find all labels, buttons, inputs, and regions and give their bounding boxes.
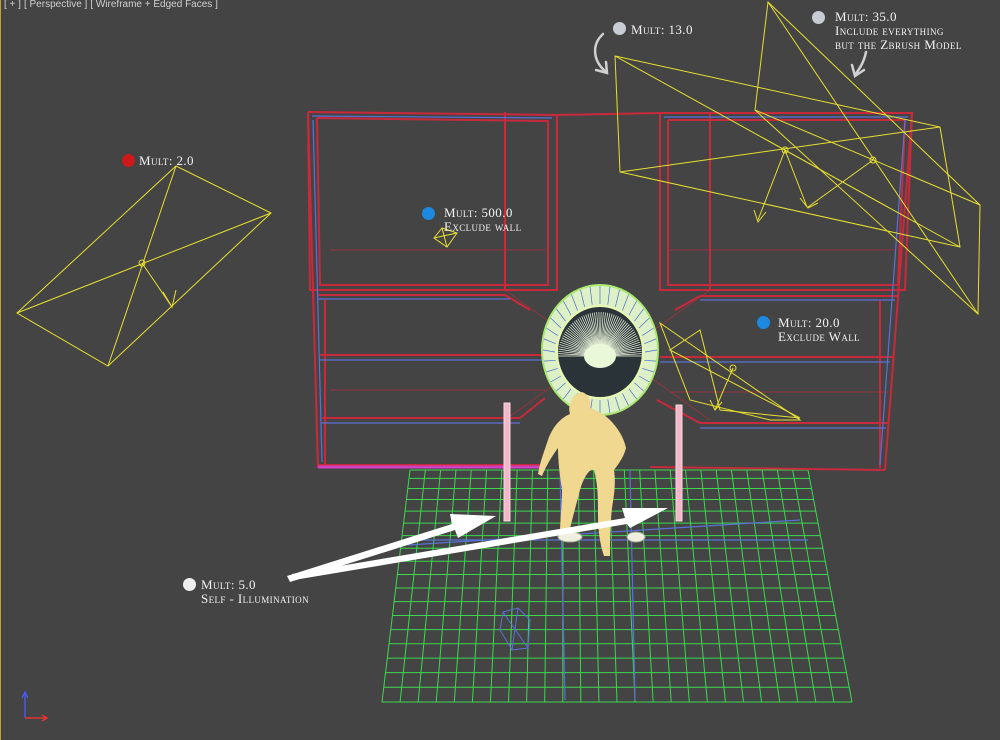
light-dot-5 (183, 578, 196, 591)
annotation-light-13: Mult: 13.0 (631, 23, 693, 37)
annotation-line: Exclude wall (444, 219, 522, 234)
annotation-line: Self - Illumination (201, 591, 309, 606)
annotation-line: Mult: 20.0 (778, 315, 840, 330)
light-dot-13 (613, 22, 626, 35)
viewport-menu-shading[interactable]: [ Wireframe + Edged Faces ] (90, 0, 218, 10)
light-pillar-right[interactable] (675, 404, 683, 522)
annotation-line: Exclude Wall (778, 329, 861, 344)
annotation-line: but the Zbrush Model (835, 37, 962, 52)
light-dot-20 (757, 316, 770, 329)
viewport-menu-view[interactable]: [ Perspective ] (24, 0, 87, 10)
light-dot-35 (812, 11, 825, 24)
annotation-line: Mult: 500.0 (444, 205, 513, 220)
light-dot-2 (122, 154, 135, 167)
light-dot-500 (422, 207, 435, 220)
annotation-line: Mult: 13.0 (631, 22, 693, 37)
scene-wireframe[interactable] (0, 0, 1000, 740)
annotation-line: Mult: 5.0 (201, 577, 256, 592)
axis-tripod-icon (21, 690, 49, 722)
annotation-light-35: Mult: 35.0 Include everything but the Zb… (835, 10, 962, 52)
annotation-line: Mult: 2.0 (139, 153, 194, 168)
hand-arrow-13 (593, 32, 608, 74)
light-gizmo-2[interactable] (16, 165, 272, 367)
viewport-menu-plus[interactable]: [ + ] (4, 0, 21, 10)
annotation-light-2: Mult: 2.0 (139, 154, 194, 168)
light-pillar-left[interactable] (503, 402, 511, 522)
annotation-light-500: Mult: 500.0 Exclude wall (444, 206, 521, 234)
viewport-perspective[interactable]: [ + ][ Perspective ][ Wireframe + Edged … (0, 0, 1000, 740)
annotation-light-20: Mult: 20.0 Exclude Wall (778, 316, 860, 344)
portal-ring-mesh[interactable] (541, 284, 659, 416)
floor-grid-mesh[interactable] (381, 469, 853, 703)
annotation-line: Mult: 35.0 (835, 9, 897, 24)
viewport-label[interactable]: [ + ][ Perspective ][ Wireframe + Edged … (4, 0, 221, 10)
annotation-light-5: Mult: 5.0 Self - Illumination (201, 578, 309, 606)
annotation-line: Include everything (835, 23, 944, 38)
